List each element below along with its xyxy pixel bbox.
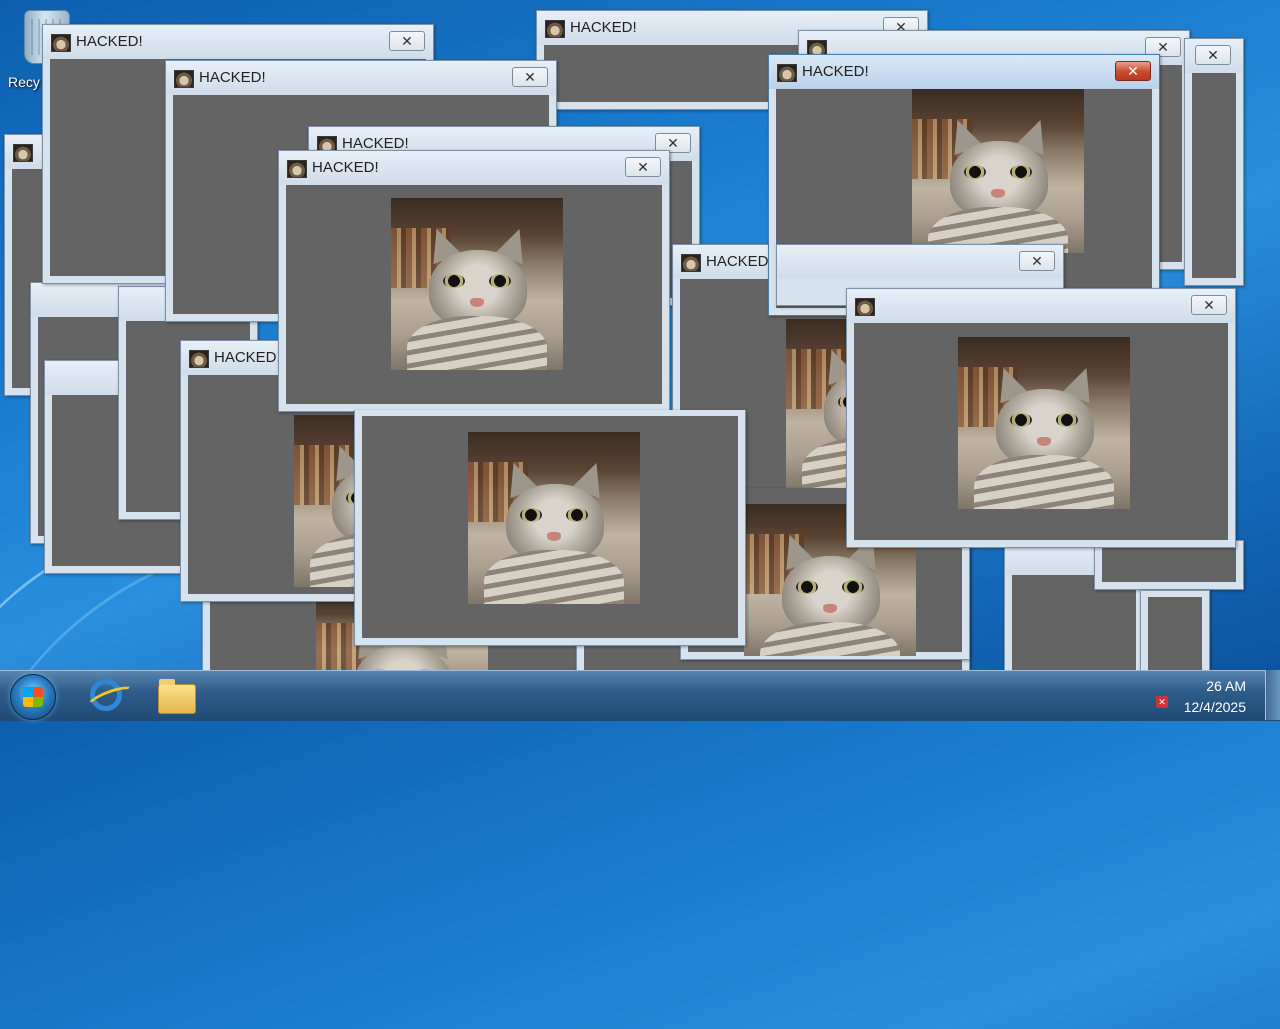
cat-app-icon [855, 298, 875, 316]
hacked-popup-window[interactable]: ✕ [1184, 38, 1244, 286]
file-explorer-icon [158, 679, 196, 714]
close-button[interactable]: ✕ [1019, 251, 1055, 271]
hacked-popup-window[interactable] [354, 410, 746, 646]
cat-photo [468, 432, 640, 604]
hacked-popup-window[interactable]: ✕ [846, 288, 1236, 548]
cat-app-icon [545, 20, 565, 38]
hacked-popup-window[interactable]: HACKED! ✕ [278, 150, 670, 412]
start-button[interactable] [10, 674, 56, 720]
file-explorer-taskbar-button[interactable] [150, 674, 200, 718]
close-button[interactable]: ✕ [1191, 295, 1227, 315]
close-button[interactable]: ✕ [1115, 61, 1151, 81]
close-button[interactable]: ✕ [1195, 45, 1231, 65]
cat-photo [912, 89, 1084, 253]
window-title: HACKED! [76, 33, 143, 50]
window-title: HACKED! [802, 63, 869, 80]
cat-photo [391, 198, 563, 370]
close-button[interactable]: ✕ [389, 31, 425, 51]
clock-time: 26 AM [1206, 678, 1246, 694]
window-title: HACKED! [312, 159, 379, 176]
clock-date: 12/4/2025 [1183, 699, 1246, 715]
show-desktop-button[interactable] [1265, 670, 1280, 720]
cat-app-icon [777, 64, 797, 82]
window-title: HACKED! [199, 69, 266, 86]
window-title: HACKED! [570, 19, 637, 36]
window-title: HACKED! [706, 253, 773, 270]
recycle-bin-label: Recy [8, 74, 40, 90]
window-title: HACKED! [214, 349, 281, 366]
windows-logo-icon [23, 687, 43, 707]
internet-explorer-icon [90, 679, 122, 711]
cat-app-icon [13, 144, 33, 162]
close-button[interactable]: ✕ [625, 157, 661, 177]
internet-explorer-taskbar-button[interactable] [82, 674, 132, 718]
cat-app-icon [681, 254, 701, 272]
cat-app-icon [174, 70, 194, 88]
cat-app-icon [51, 34, 71, 52]
system-clock[interactable]: 26 AM 12/4/2025 [1156, 676, 1246, 718]
cat-app-icon [189, 350, 209, 368]
close-button[interactable]: ✕ [512, 67, 548, 87]
cat-app-icon [287, 160, 307, 178]
cat-photo [958, 337, 1130, 509]
